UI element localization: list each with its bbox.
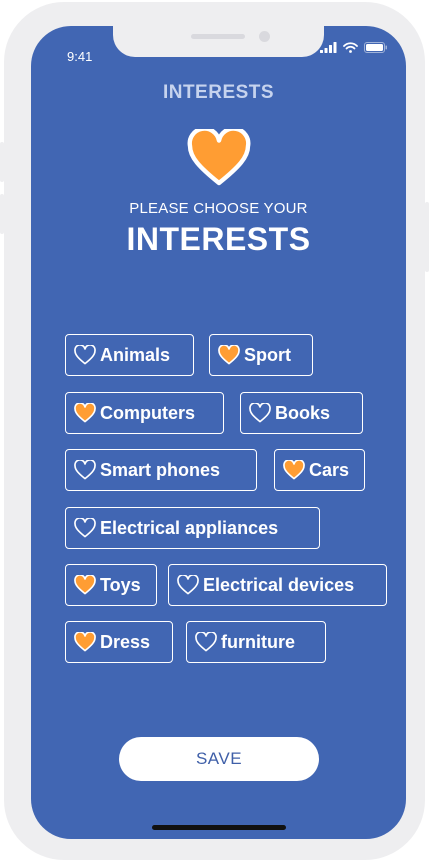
interest-chip-toys[interactable]: Toys [65, 564, 157, 606]
heart-filled-icon [74, 403, 96, 423]
interest-chip-smart-phones[interactable]: Smart phones [65, 449, 257, 491]
prompt-headline: INTERESTS [126, 221, 311, 257]
interest-label: Dress [100, 631, 151, 652]
heart-outline-icon [74, 460, 96, 480]
home-indicator [152, 825, 286, 830]
camera [259, 31, 270, 42]
notch [113, 26, 324, 57]
heart-filled-icon [283, 460, 305, 480]
wifi-icon [343, 42, 358, 53]
save-button[interactable]: SAVE [119, 737, 319, 781]
interest-label: Animals [100, 344, 171, 365]
heart-filled-icon [74, 575, 96, 595]
heart-outline-icon [195, 632, 217, 652]
status-time: 9:41 [67, 49, 93, 64]
heart-outline-icon [249, 403, 271, 423]
interest-chip-dress[interactable]: Dress [65, 621, 173, 663]
app-screen: 9:41 INTERESTS PLEASE CHOOSE YOUR INTERE… [31, 26, 406, 839]
volume-down-button [0, 194, 4, 234]
phone-frame: 9:41 INTERESTS PLEASE CHOOSE YOUR INTERE… [0, 2, 429, 860]
heart-filled-icon [74, 632, 96, 652]
interest-label: furniture [221, 631, 295, 652]
interest-chip-furniture[interactable]: furniture [186, 621, 326, 663]
prompt-subtitle: PLEASE CHOOSE YOUR [129, 200, 308, 217]
interest-label: Cars [309, 459, 350, 480]
interest-chip-computers[interactable]: Computers [65, 392, 224, 434]
speaker [191, 34, 245, 39]
interest-label: Toys [100, 574, 141, 595]
interest-chip-cars[interactable]: Cars [274, 449, 365, 491]
interest-chip-electrical-appliances[interactable]: Electrical appliances [65, 507, 320, 549]
heart-outline-icon [74, 345, 96, 365]
heart-outline-icon [177, 575, 199, 595]
interest-label: Electrical devices [203, 574, 355, 595]
power-button [425, 202, 429, 272]
interest-chip-electrical-devices[interactable]: Electrical devices [168, 564, 387, 606]
volume-up-button [0, 142, 4, 182]
interest-label: Sport [244, 344, 291, 365]
heart-icon [187, 129, 251, 186]
heart-filled-icon [218, 345, 240, 365]
interest-chip-animals[interactable]: Animals [65, 334, 194, 376]
interest-label: Electrical appliances [100, 517, 279, 538]
interest-chip-sport[interactable]: Sport [209, 334, 313, 376]
interest-chip-books[interactable]: Books [240, 392, 363, 434]
interest-label: Computers [100, 402, 196, 423]
screen-title: INTERESTS [162, 82, 275, 103]
interest-label: Smart phones [100, 459, 221, 480]
battery-icon [364, 42, 387, 53]
signal-icon [320, 42, 337, 53]
status-icons [320, 42, 388, 53]
heart-outline-icon [74, 518, 96, 538]
interest-label: Books [275, 402, 331, 423]
